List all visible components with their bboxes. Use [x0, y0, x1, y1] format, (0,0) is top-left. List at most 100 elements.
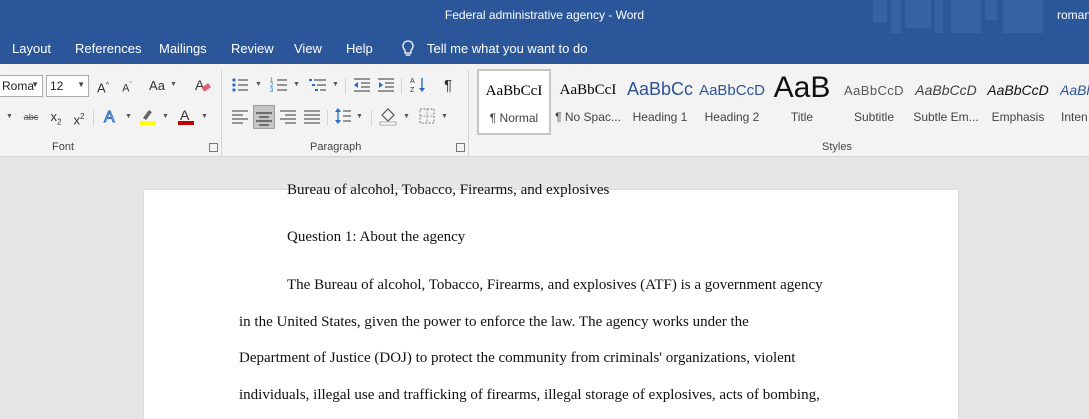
style-preview: AaBbCcD [699, 82, 765, 99]
chevron-down-icon: ▼ [332, 81, 339, 88]
style-preview: AaBbCcI [485, 83, 543, 99]
chevron-down-icon: ▼ [403, 113, 410, 120]
chevron-down-icon: ▼ [255, 81, 262, 88]
style-label: ¶ No Spac... [555, 110, 621, 124]
divider [93, 110, 94, 126]
subscript-button[interactable]: x2 [47, 106, 65, 128]
style-preview: AaBbCcI [559, 82, 617, 98]
divider [221, 70, 222, 156]
line-spacing-icon[interactable] [334, 106, 352, 128]
grow-font-icon[interactable]: A^ [95, 75, 111, 97]
divider [401, 78, 402, 94]
style-preview: AaB [773, 71, 831, 104]
style-preview: AaBbCcD [987, 82, 1049, 98]
decrease-indent-icon[interactable] [353, 75, 371, 97]
font-size-combo[interactable]: 12 ▼ [46, 75, 89, 97]
style-label: Heading 2 [704, 110, 760, 124]
svg-text:3: 3 [270, 88, 274, 94]
document-page[interactable] [144, 190, 958, 419]
style-label: ¶ Normal [489, 111, 539, 125]
font-group-label: Font [52, 141, 75, 153]
svg-text:A: A [410, 78, 415, 85]
font-name-value: Roma [2, 79, 35, 93]
style-label: Heading 1 [632, 110, 688, 124]
svg-text:Z: Z [410, 87, 415, 94]
chevron-down-icon: ▼ [356, 113, 363, 120]
show-hide-marks-icon[interactable]: ¶ [439, 75, 457, 97]
borders-icon[interactable] [418, 106, 436, 128]
svg-text:A: A [180, 107, 190, 123]
style-label: Inten [1061, 110, 1088, 124]
document-line: Question 1: About the agency [287, 229, 466, 245]
tab-view[interactable]: View [294, 41, 322, 56]
styles-group-label: Styles [822, 141, 852, 153]
shrink-font-icon[interactable]: Aˇ [119, 75, 135, 97]
style-no-spacing[interactable]: AaBbCcI ¶ No Spac... [552, 70, 624, 134]
sort-icon[interactable]: AZ [409, 75, 427, 97]
style-preview: AaBbCcD [915, 82, 977, 98]
style-label: Title [790, 110, 814, 124]
title-bar: Federal administrative agency - Word rom… [0, 0, 1089, 33]
style-subtitle[interactable]: AaBbCcD Subtitle [838, 70, 910, 134]
document-canvas[interactable]: Bureau of alcohol, Tobacco, Firearms, an… [0, 157, 1089, 419]
align-right-icon[interactable] [279, 106, 297, 128]
style-heading-1[interactable]: AaBbCc Heading 1 [624, 70, 696, 134]
divider [345, 78, 346, 94]
style-preview: AaBbCcD [844, 83, 904, 98]
chevron-down-icon: ▼ [170, 81, 177, 88]
svg-text:A: A [104, 109, 115, 126]
divider [327, 110, 328, 126]
change-case-button[interactable]: Aa [148, 75, 166, 97]
tab-help[interactable]: Help [346, 41, 373, 56]
style-label: Subtle Em... [913, 110, 979, 124]
align-left-icon[interactable] [231, 106, 249, 128]
tab-mailings[interactable]: Mailings [159, 41, 207, 56]
styles-gallery: AaBbCcI ¶ Normal AaBbCcI ¶ No Spac... Aa… [476, 69, 1089, 135]
justify-icon[interactable] [303, 106, 321, 128]
tab-layout[interactable]: Layout [12, 41, 51, 56]
multilevel-list-icon[interactable] [308, 75, 328, 97]
tab-references[interactable]: References [75, 41, 141, 56]
chevron-down-icon: ▼ [125, 113, 132, 120]
font-name-combo[interactable]: Roma ▼ [0, 75, 43, 97]
style-preview: AaBl [1060, 82, 1089, 98]
highlight-icon[interactable] [138, 106, 158, 128]
bullets-icon[interactable] [231, 75, 249, 97]
chevron-down-icon: ▼ [441, 113, 448, 120]
divider [468, 70, 469, 156]
superscript-button[interactable]: x2 [70, 106, 88, 128]
svg-text:A: A [195, 77, 205, 93]
shading-icon[interactable] [378, 106, 398, 128]
style-heading-2[interactable]: AaBbCcD Heading 2 [696, 70, 768, 134]
tell-me-search[interactable]: Tell me what you want to do [427, 41, 587, 56]
increase-indent-icon[interactable] [377, 75, 395, 97]
tab-review[interactable]: Review [231, 41, 274, 56]
style-subtle-emphasis[interactable]: AaBbCcD Subtle Em... [910, 70, 982, 134]
subscript-mark: 2 [57, 117, 62, 127]
style-title[interactable]: AaB Title [766, 70, 838, 134]
numbering-icon[interactable]: 123 [270, 75, 288, 97]
user-name[interactable]: roman [1057, 8, 1089, 22]
chevron-down-icon: ▼ [6, 113, 13, 120]
paragraph-group-label: Paragraph [310, 141, 362, 153]
align-center-icon[interactable] [253, 105, 275, 129]
paragraph-dialog-launcher-icon[interactable] [456, 143, 465, 152]
clear-formatting-icon[interactable]: A [193, 75, 211, 97]
chevron-down-icon: ▼ [293, 81, 300, 88]
strikethrough-button[interactable]: abc [22, 106, 40, 128]
style-normal[interactable]: AaBbCcI ¶ Normal [477, 69, 551, 135]
chevron-down-icon: ▼ [201, 113, 208, 120]
style-intense-emphasis[interactable]: AaBl Inten [1054, 70, 1089, 134]
style-label: Subtitle [853, 110, 895, 124]
style-emphasis[interactable]: AaBbCcD Emphasis [982, 70, 1054, 134]
text-effects-icon[interactable]: A [102, 106, 120, 128]
font-color-icon[interactable]: A [176, 106, 196, 128]
chevron-down-icon: ▼ [77, 80, 85, 89]
font-dialog-launcher-icon[interactable] [209, 143, 218, 152]
style-preview: AaBbCc [626, 79, 694, 99]
chevron-down-icon: ▼ [31, 80, 39, 89]
style-label: Emphasis [991, 110, 1045, 124]
font-size-value: 12 [50, 79, 64, 93]
divider [371, 110, 372, 126]
document-line: Bureau of alcohol, Tobacco, Firearms, an… [287, 182, 610, 198]
